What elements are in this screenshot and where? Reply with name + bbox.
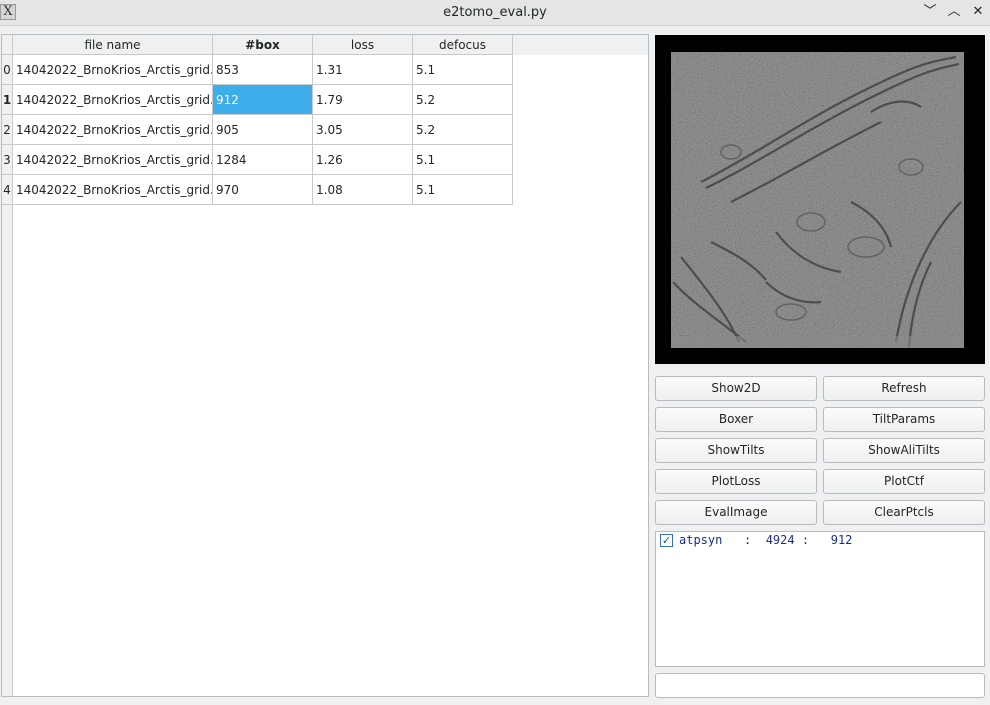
tomogram-table[interactable]: file name #box loss defocus 0 14042022_B… [1,34,649,697]
window-title: e2tomo_eval.py [443,5,547,20]
row-header[interactable]: 1 [2,85,13,115]
row-header[interactable]: 0 [2,55,13,85]
cell-box[interactable]: 853 [213,55,313,85]
table-corner[interactable] [2,35,13,55]
refresh-button[interactable]: Refresh [823,376,985,401]
cell-defocus[interactable]: 5.1 [413,145,513,175]
cell-defocus[interactable]: 5.1 [413,55,513,85]
row-header[interactable]: 2 [2,115,13,145]
cell-defocus[interactable]: 5.2 [413,115,513,145]
cell-file-name[interactable]: 14042022_BrnoKrios_Arctis_grid... [13,55,213,85]
showtilts-button[interactable]: ShowTilts [655,438,817,463]
cell-box[interactable]: 970 [213,175,313,205]
show2d-button[interactable]: Show2D [655,376,817,401]
tomogram-image-view[interactable] [655,35,985,364]
cell-loss[interactable]: 3.05 [313,115,413,145]
column-header-loss[interactable]: loss [313,35,413,55]
cell-loss[interactable]: 1.26 [313,145,413,175]
maximize-chevron-up-icon[interactable]: ︿ [944,3,964,21]
plotloss-button[interactable]: PlotLoss [655,469,817,494]
column-header-defocus[interactable]: defocus [413,35,513,55]
cell-file-name[interactable]: 14042022_BrnoKrios_Arctis_grid... [13,85,213,115]
row-header[interactable]: 4 [2,175,13,205]
clearptcls-button[interactable]: ClearPtcls [823,500,985,525]
minimize-chevron-down-icon[interactable]: ﹀ [920,3,940,21]
column-header-file-name[interactable]: file name [13,35,213,55]
row-header-strip [2,205,13,696]
boxer-button[interactable]: Boxer [655,407,817,432]
tiltparams-button[interactable]: TiltParams [823,407,985,432]
tomogram-slice-image [671,52,964,348]
column-header-box[interactable]: #box [213,35,313,55]
cell-box-selected[interactable]: 912 [213,85,313,115]
header-filler [513,35,648,55]
cell-loss[interactable]: 1.79 [313,85,413,115]
cell-file-name[interactable]: 14042022_BrnoKrios_Arctis_grid... [13,175,213,205]
close-icon[interactable]: ✕ [968,3,988,21]
cell-loss[interactable]: 1.31 [313,55,413,85]
checkbox-checked[interactable]: ✓ [660,534,673,547]
evalimage-button[interactable]: EvalImage [655,500,817,525]
command-input[interactable] [655,673,985,698]
particle-class-list[interactable]: ✓ atpsyn : 4924 : 912 [655,531,985,667]
cell-loss[interactable]: 1.08 [313,175,413,205]
cell-defocus[interactable]: 5.1 [413,175,513,205]
showalitilts-button[interactable]: ShowAliTilts [823,438,985,463]
row-header[interactable]: 3 [2,145,13,175]
cell-file-name[interactable]: 14042022_BrnoKrios_Arctis_grid... [13,115,213,145]
particle-list-label: atpsyn : 4924 : 912 [679,533,853,547]
cell-box[interactable]: 905 [213,115,313,145]
cell-box[interactable]: 1284 [213,145,313,175]
cell-defocus[interactable]: 5.2 [413,85,513,115]
title-bar: X e2tomo_eval.py ﹀ ︿ ✕ [0,0,990,26]
list-item[interactable]: ✓ atpsyn : 4924 : 912 [656,532,984,550]
plotctf-button[interactable]: PlotCtf [823,469,985,494]
cell-file-name[interactable]: 14042022_BrnoKrios_Arctis_grid... [13,145,213,175]
